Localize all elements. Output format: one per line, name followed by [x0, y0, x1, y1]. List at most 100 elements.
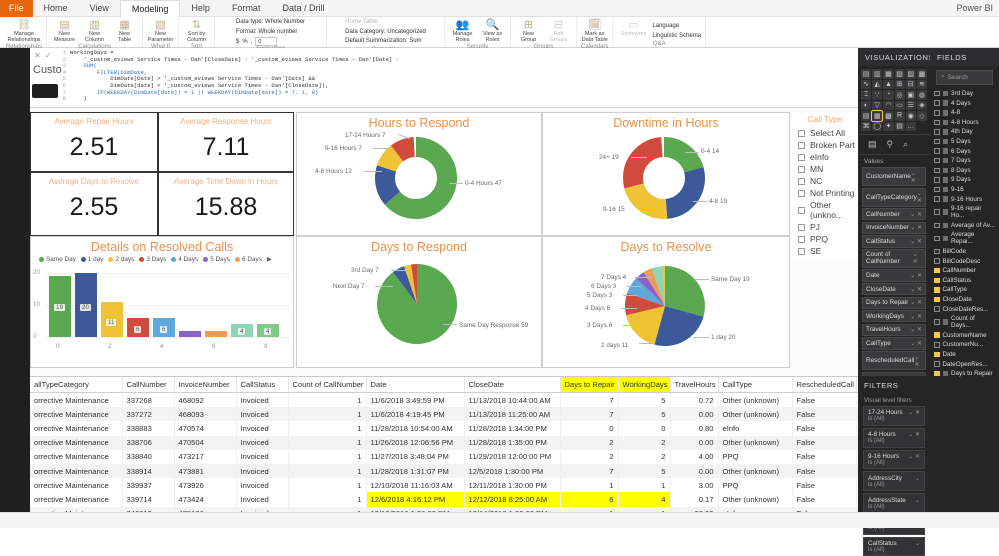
analytics-tab[interactable]: ⌕: [903, 139, 908, 150]
field-item-customername[interactable]: CustomerName: [930, 330, 999, 340]
manage-roles-button[interactable]: 👥 ManageRoles: [449, 18, 476, 44]
pie-chart-icon[interactable]: ◔: [883, 90, 893, 100]
kpi-card-average-time-down-in-hours[interactable]: Average Time Down in Hours 15.88: [158, 172, 294, 236]
field-checkbox[interactable]: [934, 342, 940, 348]
field-actions[interactable]: ⌄ ✕: [917, 190, 922, 204]
field-checkbox[interactable]: [934, 177, 940, 183]
filter-card-actions[interactable]: ⌄ ✕: [908, 431, 920, 438]
stacked-column-icon[interactable]: ▧: [895, 69, 905, 79]
key-influencers-icon[interactable]: ◇: [917, 111, 927, 121]
checkbox-icon[interactable]: [798, 130, 805, 137]
checkbox-icon[interactable]: [798, 142, 805, 149]
accept-formula-icon[interactable]: ✓: [45, 51, 52, 107]
filter-card-actions[interactable]: ⌄: [915, 497, 920, 504]
table-row[interactable]: orrective Maintenance337272 468093Invoic…: [30, 407, 858, 421]
field-item-days-to-repair[interactable]: Days to Repair: [930, 369, 999, 379]
mark-as-date-table-button[interactable]: 🗓 Mark asData Table: [581, 18, 608, 44]
default-summarization-field[interactable]: Default Summarization: Sum: [345, 37, 421, 47]
cancel-formula-icon[interactable]: ✕: [34, 51, 41, 107]
line-clustered-column-icon[interactable]: ⊟: [906, 80, 916, 90]
checkbox-icon[interactable]: [798, 236, 805, 243]
line-chart-icon[interactable]: ∿: [861, 80, 871, 90]
edit-groups-button[interactable]: ⊟ EditGroups: [545, 18, 572, 44]
checkbox-icon[interactable]: [798, 154, 805, 161]
linguistic-schema-field[interactable]: Linguistic Schema: [652, 32, 701, 42]
clustered-bar-chart-icon[interactable]: ▥: [872, 69, 882, 79]
col-count-of-callnumber[interactable]: Count of CallNumber: [288, 377, 366, 393]
field-actions[interactable]: ⌄ ✕: [910, 326, 922, 333]
power-apps-icon[interactable]: ✦: [883, 122, 893, 132]
kpi-icon[interactable]: ◈: [917, 101, 927, 111]
filter-card-callstatus[interactable]: CallStatus⌄ is (All): [863, 537, 925, 556]
manage-relationships-button[interactable]: ⛓ ManageRelationships: [11, 18, 38, 44]
new-parameter-button[interactable]: ▧ NewParameter: [147, 18, 174, 44]
table-row[interactable]: orrective Maintenance338840 473217Invoic…: [30, 450, 858, 464]
field-checkbox[interactable]: [934, 100, 940, 106]
field-item-dateopenres[interactable]: DateOpenRes...: [930, 359, 999, 369]
col-days-to-repair[interactable]: Days to Repair: [560, 377, 618, 393]
chart-days-to-resolve[interactable]: Days to Resolve Same Day 19: [542, 236, 790, 368]
tab-view[interactable]: View: [79, 0, 120, 17]
legend-next-arrow[interactable]: ▶: [267, 255, 272, 263]
percent-button[interactable]: %: [242, 39, 247, 45]
slicer-call-type[interactable]: Call Type Select All Broken Part eInfo M…: [792, 112, 858, 262]
arcgis-icon[interactable]: ◯: [872, 122, 882, 132]
language-field[interactable]: Language: [652, 22, 701, 32]
synonyms-button[interactable]: ▭ Synonyms: [617, 18, 649, 37]
col-rescheduledcall[interactable]: RescheduledCall: [792, 377, 856, 393]
field-checkbox[interactable]: [934, 278, 940, 284]
slicer-item-einfo[interactable]: eInfo: [792, 151, 858, 163]
scatter-chart-icon[interactable]: ∵: [872, 90, 882, 100]
field-item-average-of-av[interactable]: Average of Av...: [930, 221, 999, 231]
table-row[interactable]: orrective Maintenance338706 470504Invoic…: [30, 436, 858, 450]
field-checkbox[interactable]: [934, 249, 940, 255]
field-checkbox[interactable]: [934, 319, 940, 325]
slicer-item-other[interactable]: Other (unkno...: [792, 199, 858, 221]
filled-map-icon[interactable]: ◐: [861, 101, 871, 111]
100-stacked-bar-icon[interactable]: ▦: [883, 69, 893, 79]
stacked-bar-chart-icon[interactable]: ▤: [861, 69, 871, 79]
slicer-item-mn[interactable]: MN: [792, 163, 858, 175]
line-stacked-column-icon[interactable]: ⊞: [895, 80, 905, 90]
field-checkbox[interactable]: [934, 236, 940, 242]
map-icon[interactable]: ◍: [917, 90, 927, 100]
python-icon[interactable]: ⌘: [861, 122, 871, 132]
checkbox-icon[interactable]: [798, 224, 805, 231]
bar-6[interactable]: [205, 331, 227, 337]
field-checkbox[interactable]: [934, 306, 940, 312]
table-row[interactable]: orrective Maintenance339937 473926Invoic…: [30, 478, 858, 492]
field-item-7-days[interactable]: 7 Days: [930, 156, 999, 166]
checkbox-icon[interactable]: [798, 178, 805, 185]
col-calltypecategory[interactable]: allTypeCategory: [30, 377, 122, 393]
field-actions[interactable]: ⌄ ✕: [910, 313, 922, 320]
field-item-8-days[interactable]: 8 Days: [930, 166, 999, 176]
waterfall-chart-icon[interactable]: ⌶: [861, 90, 871, 100]
field-actions[interactable]: ⌄ ✕: [914, 354, 922, 368]
filter-card-4-8-hours[interactable]: 4-8 Hours⌄ ✕ is (All): [863, 428, 925, 448]
field-item-9-16-repair-hours[interactable]: 9-16 repair Ho...: [930, 204, 999, 221]
field-checkbox[interactable]: [934, 268, 940, 274]
field-checkbox[interactable]: [934, 209, 940, 215]
gauge-icon[interactable]: ◠: [883, 101, 893, 111]
field-checkbox[interactable]: [934, 187, 940, 193]
table-row-highlighted[interactable]: orrective Maintenance339714 473424Invoic…: [30, 492, 858, 506]
format-field[interactable]: Format: Whole number: [236, 28, 297, 38]
field-checkbox[interactable]: [934, 332, 940, 338]
field-item-4-days[interactable]: 4 Days: [930, 98, 999, 108]
field-checkbox[interactable]: [934, 168, 940, 174]
field-item-9-16-hours[interactable]: 9-16 Hours: [930, 194, 999, 204]
filter-card-17-24-hours[interactable]: 17-24 Hours⌄ ✕ is (All): [863, 406, 925, 426]
comma-button[interactable]: ,: [251, 39, 253, 45]
chart-hours-to-respond[interactable]: Hours to Respond 0-4 Hours 47 4-8 Hours …: [296, 112, 542, 236]
field-item-9-16[interactable]: 9-16: [930, 185, 999, 195]
filter-card-actions[interactable]: ⌄ ✕: [908, 453, 920, 460]
field-item-customernu[interactable]: CustomerNu...: [930, 340, 999, 350]
format-tab[interactable]: ⚲: [887, 139, 894, 150]
slicer-item-nc[interactable]: NC: [792, 175, 858, 187]
col-invoicenumber[interactable]: InvoiceNumber: [174, 377, 236, 393]
col-date[interactable]: Date: [366, 377, 464, 393]
field-actions[interactable]: ⌄ ✕: [910, 238, 922, 245]
slicer-item-broken-part[interactable]: Broken Part: [792, 139, 858, 151]
field-checkbox[interactable]: [934, 91, 940, 97]
bar-5[interactable]: [179, 331, 201, 337]
